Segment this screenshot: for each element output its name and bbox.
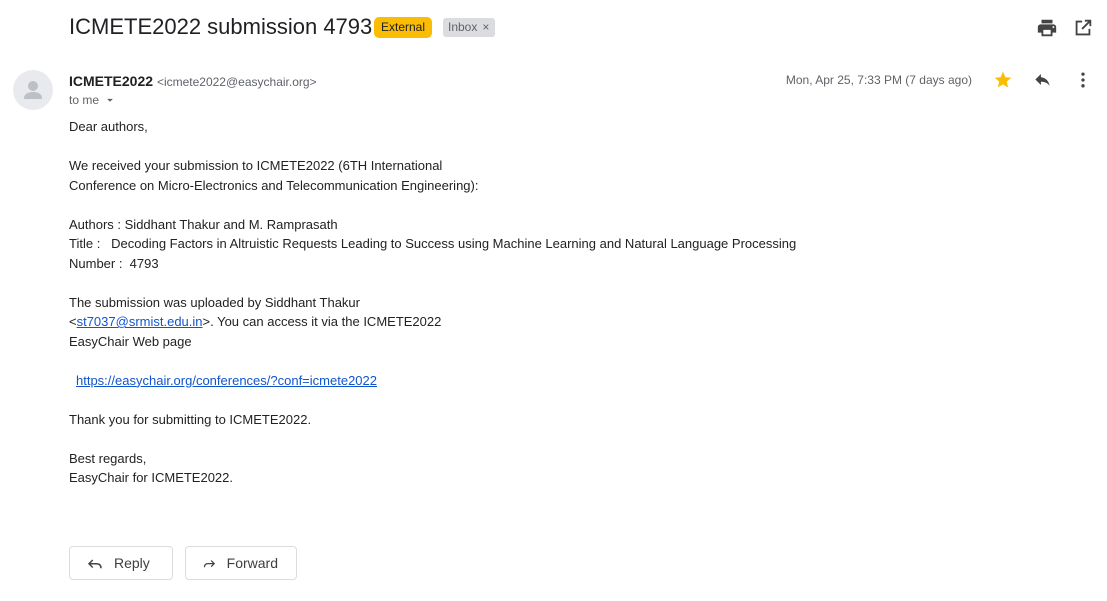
- received-line-2: Conference on Micro-Electronics and Tele…: [69, 177, 479, 193]
- received-line-1: We received your submission to ICMETE202…: [69, 158, 443, 173]
- message-body: Dear authors, We received your submissio…: [69, 117, 796, 507]
- inbox-label[interactable]: Inbox ×: [443, 18, 496, 37]
- conference-link-line: https://easychair.org/conferences/?conf=…: [69, 371, 796, 391]
- inbox-label-text: Inbox: [448, 20, 478, 34]
- to-me-text: to me: [69, 93, 100, 107]
- message-date: Mon, Apr 25, 7:33 PM (7 days ago): [785, 73, 972, 87]
- more-options-icon[interactable]: [1073, 70, 1093, 90]
- email-subject: ICMETE2022 submission 4793: [69, 14, 373, 39]
- forward-arrow-icon: [203, 560, 216, 568]
- star-icon[interactable]: [993, 70, 1013, 90]
- authors-line: Authors : Siddhant Thakur and M. Rampras…: [69, 216, 338, 232]
- uploader-email-link[interactable]: st7037@srmist.edu.in: [77, 314, 203, 329]
- print-icon[interactable]: [1036, 17, 1058, 39]
- uploaded-prefix: <: [69, 314, 77, 329]
- recipient-details-toggle[interactable]: to me: [69, 92, 117, 108]
- forward-button-label: Forward: [226, 555, 278, 571]
- uploaded-line-2: <st7037@srmist.edu.in>. You can access i…: [69, 312, 796, 332]
- sender-name[interactable]: ICMETE2022: [69, 73, 153, 89]
- chevron-down-icon: [107, 98, 113, 102]
- uploaded-line-3: EasyChair Web page: [69, 333, 192, 349]
- open-in-new-window-icon[interactable]: [1072, 17, 1094, 39]
- uploaded-suffix: >. You can access it via the ICMETE2022: [202, 314, 442, 329]
- regards-line-1: Best regards,: [69, 450, 147, 466]
- sender-email: <icmete2022@easychair.org>: [156, 75, 317, 89]
- greeting: Dear authors,: [69, 119, 148, 134]
- conference-link[interactable]: https://easychair.org/conferences/?conf=…: [76, 373, 377, 388]
- forward-button[interactable]: Forward: [185, 546, 297, 580]
- reply-icon[interactable]: [1033, 70, 1053, 90]
- external-label: External: [374, 17, 433, 38]
- uploaded-line-1: The submission was uploaded by Siddhant …: [69, 294, 360, 310]
- remove-label-icon[interactable]: ×: [482, 18, 489, 37]
- title-line: Title : Decoding Factors in Altruistic R…: [69, 236, 797, 251]
- reply-button[interactable]: Reply: [69, 546, 173, 580]
- reply-arrow-icon: [87, 559, 102, 569]
- thanks-line: Thank you for submitting to ICMETE2022.: [69, 411, 312, 427]
- regards-line-2: EasyChair for ICMETE2022.: [69, 470, 234, 485]
- number-line: Number : 4793: [69, 255, 159, 271]
- reply-button-label: Reply: [114, 555, 150, 571]
- sender-info: ICMETE2022 <icmete2022@easychair.org>: [69, 72, 317, 91]
- person-icon: [24, 81, 42, 99]
- avatar: [13, 70, 53, 110]
